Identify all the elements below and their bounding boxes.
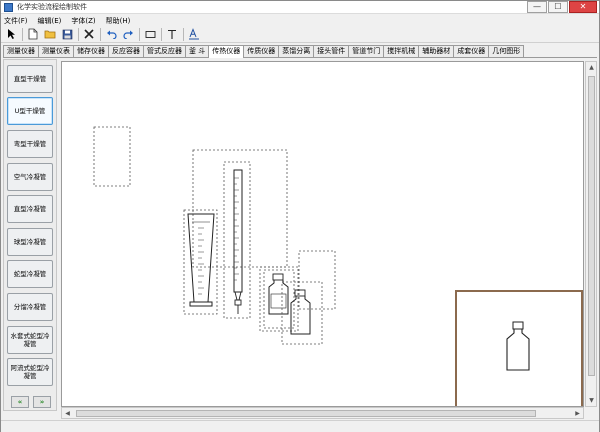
apparatus-button[interactable]: 水套式蛇型冷凝管	[7, 326, 53, 354]
pointer-tool-button[interactable]	[3, 27, 19, 42]
apparatus-button[interactable]: 直型干燥管	[7, 65, 53, 93]
toolbar-separator	[139, 27, 140, 41]
tab-fittings[interactable]: 接头管件	[313, 45, 350, 57]
apparatus-button[interactable]: 蛇型冷凝管	[7, 260, 53, 288]
tab-pipe-valves[interactable]: 管道节门	[348, 45, 385, 57]
menu-font[interactable]: 字体(Z)	[71, 16, 95, 26]
apparatus-button[interactable]: 球型冷凝管	[7, 228, 53, 256]
apparatus-button[interactable]: U型干燥管	[7, 97, 53, 125]
tab-measuring-instruments[interactable]: 测量仪器	[3, 45, 39, 57]
save-icon	[62, 29, 72, 39]
app-window: 化学实验流程绘制软件 — ☐ ✕ 文件(F) 编辑(E) 字体(Z) 帮助(H)	[0, 0, 600, 432]
rectangle-icon	[145, 30, 155, 38]
window-title: 化学实验流程绘制软件	[17, 3, 87, 11]
tab-heat-transfer[interactable]: 传热仪器	[208, 45, 245, 58]
prev-page-button[interactable]: «	[11, 396, 29, 408]
apparatus-button[interactable]: 弯型干燥管	[7, 130, 53, 158]
apparatus-button[interactable]: 分馏冷凝管	[7, 293, 53, 321]
tab-reaction-vessels[interactable]: 反应容器	[108, 45, 144, 57]
scroll-left-icon[interactable]: ◀	[63, 409, 72, 418]
scroll-right-icon[interactable]: ▶	[573, 409, 582, 418]
menu-help[interactable]: 帮助(H)	[106, 16, 131, 26]
scroll-down-icon[interactable]: ▼	[587, 396, 596, 405]
menu-edit[interactable]: 编辑(E)	[38, 16, 62, 26]
delete-button[interactable]	[81, 27, 97, 42]
maximize-button[interactable]: ☐	[548, 1, 568, 13]
category-tabs: 测量仪器 测量仪表 储存仪器 反应容器 管式反应器 釜 斗 传热仪器 传质仪器 …	[3, 45, 597, 58]
apparatus-panel: 直型干燥管 U型干燥管 弯型干燥管 空气冷凝管 直型冷凝管 球型冷凝管 蛇型冷凝…	[3, 59, 57, 411]
scroll-up-icon[interactable]: ▲	[587, 63, 596, 72]
new-file-button[interactable]	[25, 27, 41, 42]
new-file-icon	[28, 28, 38, 40]
apparatus-button[interactable]: 阿流式蛇型冷凝管	[7, 358, 53, 386]
save-button[interactable]	[59, 27, 75, 42]
preview-pane	[455, 290, 583, 406]
toolbar-separator	[78, 27, 79, 41]
graduated-cylinder[interactable]	[183, 209, 218, 315]
tab-geometric-shapes[interactable]: 几何图形	[488, 45, 525, 57]
menu-file[interactable]: 文件(F)	[4, 16, 28, 26]
scroll-thumb[interactable]	[76, 410, 536, 417]
toolbar	[1, 26, 599, 43]
font-tool-button[interactable]	[186, 27, 202, 42]
undo-icon	[106, 30, 117, 39]
redo-button[interactable]	[120, 27, 136, 42]
rectangle-tool-button[interactable]	[142, 27, 158, 42]
toolbar-separator	[183, 27, 184, 41]
reagent-bottle[interactable]	[259, 266, 299, 332]
tab-instrument-sets[interactable]: 成套仪器	[453, 45, 490, 57]
toolbar-separator	[161, 27, 162, 41]
scroll-thumb[interactable]	[588, 76, 595, 376]
menu-bar: 文件(F) 编辑(E) 字体(Z) 帮助(H)	[1, 15, 599, 26]
app-icon	[4, 3, 13, 12]
toolbar-separator	[22, 27, 23, 41]
selection-box	[93, 126, 131, 187]
text-icon	[168, 29, 176, 39]
next-page-button[interactable]: »	[33, 396, 51, 408]
open-file-button[interactable]	[42, 27, 58, 42]
minimize-button[interactable]: —	[527, 1, 547, 13]
apparatus-button[interactable]: 直型冷凝管	[7, 195, 53, 223]
selection-box	[298, 250, 336, 310]
tab-auxiliary-equipment[interactable]: 辅助器材	[418, 45, 455, 57]
undo-button[interactable]	[103, 27, 119, 42]
tab-kettles[interactable]: 釜 斗	[185, 45, 210, 57]
burette[interactable]	[223, 161, 251, 319]
status-bar	[1, 420, 599, 432]
tab-mass-transfer[interactable]: 传质仪器	[243, 45, 280, 57]
vertical-scrollbar[interactable]: ▲ ▼	[585, 61, 597, 407]
tab-measuring-meters[interactable]: 测量仪表	[38, 45, 74, 57]
font-icon	[189, 28, 199, 40]
text-tool-button[interactable]	[164, 27, 180, 42]
tab-stirring-machinery[interactable]: 搅拌机械	[383, 45, 420, 57]
selection-box	[192, 149, 288, 268]
title-bar: 化学实验流程绘制软件 — ☐ ✕	[1, 1, 599, 14]
drawing-canvas[interactable]	[61, 61, 584, 407]
close-button[interactable]: ✕	[569, 1, 597, 13]
horizontal-scrollbar[interactable]: ◀ ▶	[61, 407, 584, 419]
pointer-icon	[7, 29, 15, 39]
folder-icon	[44, 30, 56, 39]
window-controls: — ☐ ✕	[526, 1, 597, 13]
toolbar-separator	[100, 27, 101, 41]
bottle-preview	[506, 321, 530, 371]
tab-distillation[interactable]: 蒸馏分离	[278, 45, 315, 57]
tab-storage-instruments[interactable]: 储存仪器	[73, 45, 109, 57]
apparatus-button[interactable]: 空气冷凝管	[7, 163, 53, 191]
redo-icon	[122, 30, 133, 39]
delete-icon	[84, 29, 94, 39]
tab-tubular-reactors[interactable]: 管式反应器	[143, 45, 186, 57]
